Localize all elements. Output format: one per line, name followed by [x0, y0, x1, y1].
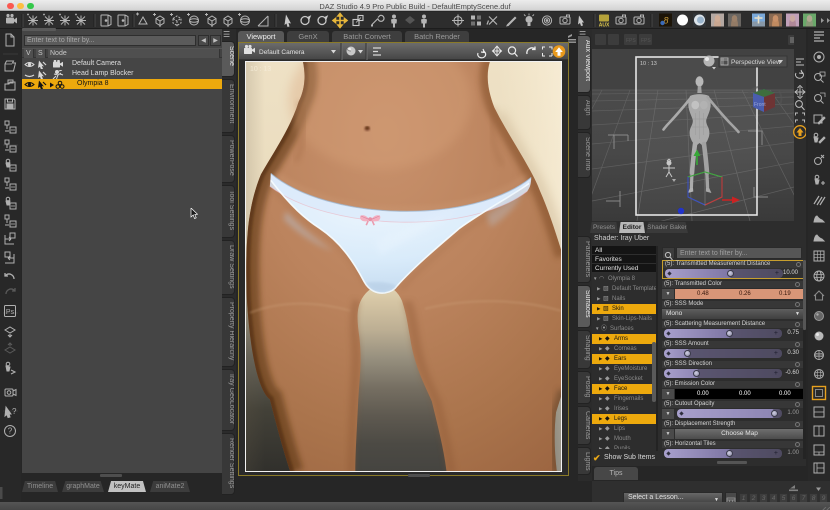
svg-text:Default Camera: Default Camera [259, 49, 305, 56]
svg-text:AUX: AUX [599, 23, 610, 29]
svg-text:FPS: FPS [641, 38, 651, 44]
svg-text:Front: Front [754, 102, 766, 108]
svg-text:10 : 13: 10 : 13 [250, 66, 271, 73]
svg-text:?: ? [12, 407, 17, 416]
svg-text:?: ? [8, 427, 13, 436]
svg-text:Ps: Ps [6, 309, 15, 316]
svg-text:10 : 13: 10 : 13 [640, 61, 657, 67]
svg-text:Perspective View: Perspective View [731, 59, 781, 66]
svg-text:FPS: FPS [626, 38, 636, 44]
